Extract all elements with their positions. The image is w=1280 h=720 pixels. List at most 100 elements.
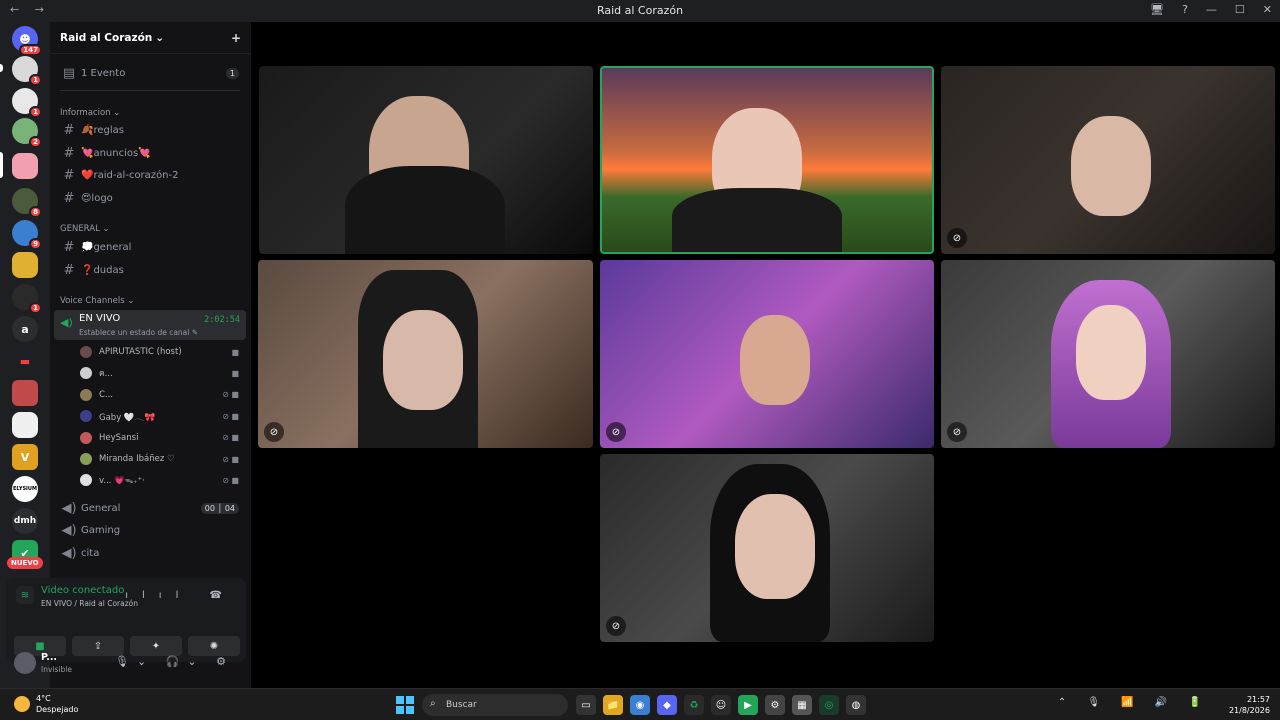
- app-icon[interactable]: ◎: [819, 695, 839, 715]
- start-button[interactable]: [396, 696, 414, 714]
- server-icon-elysium[interactable]: ELYSIUM: [12, 476, 38, 502]
- user-panel: P... Invisible 🎙⌄ 🎧⌄ ⚙: [6, 642, 246, 684]
- video-tile[interactable]: ⊘: [941, 260, 1275, 448]
- server-icon[interactable]: [12, 380, 38, 406]
- discord-icon[interactable]: ◆: [657, 695, 677, 715]
- chrome-icon[interactable]: ◉: [630, 695, 650, 715]
- kick-icon[interactable]: ▶: [738, 695, 758, 715]
- server-icon[interactable]: 9: [12, 220, 42, 250]
- hash-icon: #: [63, 122, 75, 138]
- voice-channel-general[interactable]: ◀) General 00 │ 04: [56, 498, 245, 518]
- voice-member[interactable]: ค... ■: [78, 363, 243, 383]
- unread-badge: 147: [19, 44, 42, 56]
- video-tile[interactable]: ⊘: [258, 260, 593, 448]
- video-tile[interactable]: ⊘: [941, 66, 1275, 254]
- server-icon[interactable]: 8: [12, 188, 42, 218]
- video-tile[interactable]: [259, 66, 593, 254]
- events-count: 1: [225, 67, 239, 79]
- voice-member[interactable]: APIRUTASTIC (host) ■: [78, 342, 243, 362]
- category-voice-channels[interactable]: Voice Channels ⌄: [60, 296, 134, 306]
- muted-icon: ⊘: [947, 422, 967, 442]
- server-icon[interactable]: ▬: [12, 348, 38, 374]
- member-status-icons: ⊘ ■: [222, 454, 239, 464]
- channel-raid-al-corazon-2[interactable]: # ❤️raid-al-corazón-2: [56, 165, 245, 185]
- app-icon[interactable]: ♻: [684, 695, 704, 715]
- voice-member[interactable]: Gaby 🤍𓂃🎀 ⊘ ■: [78, 406, 243, 426]
- avatar: [78, 365, 94, 382]
- voice-channel-gaming[interactable]: ◀) Gaming: [56, 520, 245, 540]
- channel-label: 🍂reglas: [81, 124, 124, 136]
- window-controls: 🖥 ? — ☐ ✕: [1150, 3, 1272, 16]
- muted-icon: ⊘: [606, 616, 626, 636]
- voice-timer: 2:02:54: [204, 315, 240, 325]
- inbox-icon[interactable]: 🖥: [1150, 3, 1164, 16]
- app-icon[interactable]: ☺: [711, 695, 731, 715]
- member-status-icons: ⊘ ■: [222, 433, 239, 443]
- maximize-button[interactable]: ☐: [1235, 3, 1245, 16]
- calculator-icon[interactable]: ▦: [792, 695, 812, 715]
- signal-icon[interactable]: ≋: [16, 586, 34, 604]
- channel-logo[interactable]: # 😍logo: [56, 188, 245, 208]
- participant-video: [740, 315, 810, 405]
- speaker-icon: ◀): [61, 545, 77, 561]
- clock[interactable]: 21:57 21/8/2026: [1229, 694, 1270, 716]
- connection-location[interactable]: EN VIVO / Raid al Corazón: [41, 599, 138, 608]
- channel-status-prompt[interactable]: Establece un estado de canal ✎: [79, 328, 198, 337]
- system-tray[interactable]: ⌃ 🎙 📶 🔊 🔋: [1058, 697, 1210, 708]
- video-tile[interactable]: ⊘: [600, 260, 934, 448]
- user-status: Invisible: [41, 665, 72, 674]
- minimize-button[interactable]: —: [1206, 3, 1217, 16]
- participant-video: [1071, 116, 1151, 216]
- invite-icon[interactable]: +: [231, 31, 241, 45]
- channel-label: Gaming: [81, 524, 121, 536]
- server-icon-raid-al-corazon[interactable]: [12, 153, 38, 179]
- server-icon[interactable]: 1: [12, 88, 42, 118]
- unread-badge: 8: [29, 206, 42, 218]
- video-tile-speaking[interactable]: [600, 66, 934, 254]
- avatar: [78, 344, 94, 360]
- server-icon[interactable]: [12, 252, 38, 278]
- connection-controls[interactable]: ılıl ☎: [125, 590, 236, 601]
- member-status-icons: ⊘ ■: [222, 475, 239, 485]
- channel-general[interactable]: # 💭general: [56, 237, 245, 257]
- voice-member[interactable]: v... 💗ᯓ₊⁺‧ ⊘ ■: [78, 470, 243, 490]
- hash-icon: #: [63, 239, 75, 255]
- channel-dudas[interactable]: # ❓dudas: [56, 260, 245, 280]
- help-icon[interactable]: ?: [1182, 3, 1188, 16]
- obs-icon[interactable]: ◍: [846, 695, 866, 715]
- server-icon-v[interactable]: V: [12, 444, 38, 470]
- channel-anuncios[interactable]: # 💘anuncios💘: [56, 143, 245, 163]
- server-icon[interactable]: 1: [12, 284, 42, 314]
- channel-reglas[interactable]: # 🍂reglas: [56, 120, 245, 140]
- voice-member[interactable]: Miranda Ibáñez ♡ ⊘ ■: [78, 449, 243, 469]
- direct-messages-button[interactable]: ☻ 147: [12, 26, 42, 56]
- channel-label: 💘anuncios💘: [81, 147, 151, 159]
- server-icon[interactable]: 2: [12, 118, 42, 148]
- server-icon[interactable]: [12, 412, 38, 438]
- server-icon[interactable]: 1: [12, 56, 42, 86]
- voice-member[interactable]: C... ⊘ ■: [78, 385, 243, 405]
- close-button[interactable]: ✕: [1263, 3, 1272, 16]
- events-row[interactable]: ▤ 1 Evento 1: [56, 63, 245, 83]
- server-icon-dmh[interactable]: dmh: [12, 508, 38, 534]
- voice-channel-cita[interactable]: ◀) cita: [56, 543, 245, 563]
- server-header[interactable]: Raid al Corazón ⌄ +: [50, 22, 251, 54]
- task-view-icon[interactable]: ▭: [576, 695, 596, 715]
- category-general[interactable]: GENERAL ⌄: [60, 224, 110, 234]
- window-titlebar: ← → Raid al Corazón 🖥 ? — ☐ ✕: [0, 0, 1280, 22]
- divider: [60, 90, 240, 91]
- server-icon-a[interactable]: a: [12, 316, 38, 342]
- category-informacion[interactable]: Informacion ⌄: [60, 108, 120, 118]
- user-controls[interactable]: 🎙⌄ 🎧⌄ ⚙: [115, 655, 234, 668]
- taskbar-search[interactable]: ⌕ Buscar: [422, 694, 568, 716]
- unread-pill: [0, 64, 3, 72]
- avatar[interactable]: [14, 652, 36, 674]
- video-tile[interactable]: ⊘: [600, 454, 934, 642]
- settings-icon[interactable]: ⚙: [765, 695, 785, 715]
- voice-channel-en-vivo[interactable]: ◀) EN VIVO Establece un estado de canal …: [54, 310, 246, 340]
- voice-member[interactable]: HeySansi ⊘ ■: [78, 428, 243, 448]
- file-explorer-icon[interactable]: 📁: [603, 695, 623, 715]
- events-label: 1 Evento: [81, 67, 126, 79]
- weather-widget[interactable]: 4°C Despejado: [14, 693, 78, 715]
- participant-body: [345, 166, 505, 254]
